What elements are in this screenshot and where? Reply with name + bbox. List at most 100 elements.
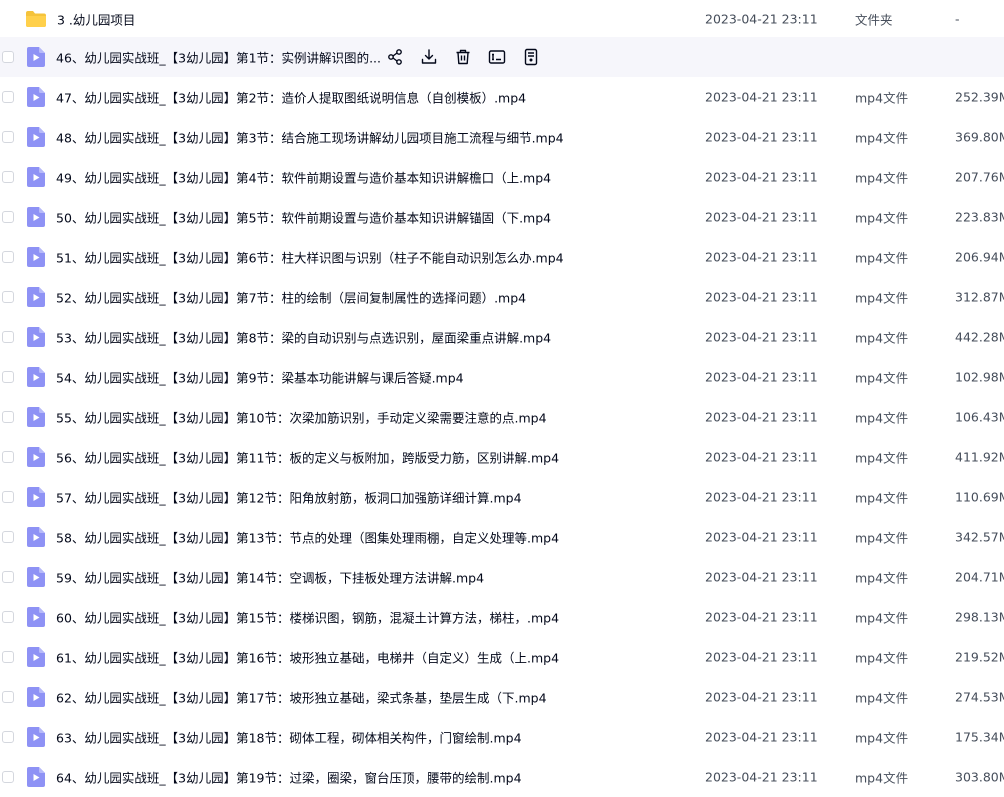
file-row[interactable]: 51、幼儿园实战班_【3幼儿园】第6节：柱大样识图与识别（柱子不能自动识别怎么办… <box>0 237 1004 277</box>
video-file-icon <box>27 727 45 747</box>
file-row[interactable]: 54、幼儿园实战班_【3幼儿园】第9节：梁基本功能讲解与课后答疑.mp4 202… <box>0 357 1004 397</box>
folder-type: 文件夹 <box>855 12 893 27</box>
folder-size: - <box>955 11 960 26</box>
file-name[interactable]: 53、幼儿园实战班_【3幼儿园】第8节：梁的自动识别与点选识别，屋面梁重点讲解.… <box>56 328 551 347</box>
file-size: 369.80M <box>955 129 1004 145</box>
video-file-icon <box>27 527 45 547</box>
file-type: mp4文件 <box>855 330 909 346</box>
file-name[interactable]: 46、幼儿园实战班_【3幼儿园】第1节：实例讲解识图的... <box>56 48 381 67</box>
row-checkbox[interactable] <box>2 211 14 223</box>
row-checkbox[interactable] <box>2 531 14 543</box>
file-name[interactable]: 52、幼儿园实战班_【3幼儿园】第7节：柱的绘制（层间复制属性的选择问题）.mp… <box>56 288 526 307</box>
file-date: 2023-04-21 23:11 <box>705 609 818 625</box>
file-row[interactable]: 55、幼儿园实战班_【3幼儿园】第10节：次梁加筋识别，手动定义梁需要注意的点.… <box>0 397 1004 437</box>
row-checkbox[interactable] <box>2 331 14 343</box>
file-name[interactable]: 61、幼儿园实战班_【3幼儿园】第16节：坡形独立基础，电梯井（自定义）生成（上… <box>56 648 559 667</box>
file-name[interactable]: 58、幼儿园实战班_【3幼儿园】第13节：节点的处理（图集处理雨棚，自定义处理等… <box>56 528 559 547</box>
file-type: mp4文件 <box>855 730 909 746</box>
file-name[interactable]: 57、幼儿园实战班_【3幼儿园】第12节：阳角放射筋，板洞口加强筋详细计算.mp… <box>56 488 522 507</box>
file-size: 175.34M <box>955 729 1004 745</box>
row-checkbox[interactable] <box>2 411 14 423</box>
row-checkbox[interactable] <box>2 51 14 63</box>
row-checkbox[interactable] <box>2 691 14 703</box>
file-name[interactable]: 51、幼儿园实战班_【3幼儿园】第6节：柱大样识图与识别（柱子不能自动识别怎么办… <box>56 248 564 267</box>
row-checkbox[interactable] <box>2 131 14 143</box>
row-checkbox[interactable] <box>2 171 14 183</box>
file-name[interactable]: 48、幼儿园实战班_【3幼儿园】第3节：结合施工现场讲解幼儿园项目施工流程与细节… <box>56 128 564 147</box>
file-date: 2023-04-21 23:11 <box>705 209 818 225</box>
file-size: 223.83M <box>955 209 1004 225</box>
file-row[interactable]: 63、幼儿园实战班_【3幼儿园】第18节：砌体工程，砌体相关构件，门窗绘制.mp… <box>0 717 1004 757</box>
file-size: 442.28M <box>955 329 1004 345</box>
file-name[interactable]: 64、幼儿园实战班_【3幼儿园】第19节：过梁，圈梁，窗台压顶，腰带的绘制.mp… <box>56 768 522 787</box>
file-row[interactable]: 62、幼儿园实战班_【3幼儿园】第17节：坡形独立基础，梁式条基，垫层生成（下.… <box>0 677 1004 717</box>
file-row[interactable]: 56、幼儿园实战班_【3幼儿园】第11节：板的定义与板附加，跨版受力筋，区别讲解… <box>0 437 1004 477</box>
file-name[interactable]: 59、幼儿园实战班_【3幼儿园】第14节：空调板，下挂板处理方法讲解.mp4 <box>56 568 484 587</box>
download-icon[interactable] <box>420 48 438 66</box>
row-checkbox[interactable] <box>2 771 14 783</box>
video-file-icon <box>27 687 45 707</box>
file-row[interactable]: 64、幼儿园实战班_【3幼儿园】第19节：过梁，圈梁，窗台压顶，腰带的绘制.mp… <box>0 757 1004 797</box>
row-checkbox[interactable] <box>2 371 14 383</box>
row-checkbox[interactable] <box>2 651 14 663</box>
file-date: 2023-04-21 23:11 <box>705 289 818 305</box>
video-file-icon <box>27 127 45 147</box>
row-checkbox[interactable] <box>2 571 14 583</box>
row-checkbox[interactable] <box>2 451 14 463</box>
file-row[interactable]: 46、幼儿园实战班_【3幼儿园】第1节：实例讲解识图的... <box>0 37 1004 77</box>
folder-row[interactable]: 3 .幼儿园项目 2023-04-21 23:11 文件夹 - <box>0 0 1004 37</box>
video-file-icon <box>27 647 45 667</box>
file-date: 2023-04-21 23:11 <box>705 169 818 185</box>
row-checkbox[interactable] <box>2 251 14 263</box>
file-date: 2023-04-21 23:11 <box>705 329 818 345</box>
file-date: 2023-04-21 23:11 <box>705 449 818 465</box>
file-row[interactable]: 49、幼儿园实战班_【3幼儿园】第4节：软件前期设置与造价基本知识讲解檐口（上.… <box>0 157 1004 197</box>
row-checkbox[interactable] <box>2 731 14 743</box>
file-size: 411.92M <box>955 449 1004 465</box>
file-row[interactable]: 59、幼儿园实战班_【3幼儿园】第14节：空调板，下挂板处理方法讲解.mp4 2… <box>0 557 1004 597</box>
file-date: 2023-04-21 23:11 <box>705 569 818 585</box>
row-checkbox[interactable] <box>2 91 14 103</box>
file-row[interactable]: 47、幼儿园实战班_【3幼儿园】第2节：造价人提取图纸说明信息（自创模板）.mp… <box>0 77 1004 117</box>
file-name[interactable]: 50、幼儿园实战班_【3幼儿园】第5节：软件前期设置与造价基本知识讲解锚固（下.… <box>56 208 551 227</box>
delete-icon[interactable] <box>454 48 472 66</box>
folder-date: 2023-04-21 23:11 <box>705 11 818 26</box>
file-date: 2023-04-21 23:11 <box>705 729 818 745</box>
video-file-icon <box>27 207 45 227</box>
file-row[interactable]: 53、幼儿园实战班_【3幼儿园】第8节：梁的自动识别与点选识别，屋面梁重点讲解.… <box>0 317 1004 357</box>
file-name[interactable]: 60、幼儿园实战班_【3幼儿园】第15节：楼梯识图，钢筋，混凝土计算方法，梯柱，… <box>56 608 559 627</box>
file-row[interactable]: 48、幼儿园实战班_【3幼儿园】第3节：结合施工现场讲解幼儿园项目施工流程与细节… <box>0 117 1004 157</box>
rename-icon[interactable] <box>488 48 506 66</box>
file-name[interactable]: 47、幼儿园实战班_【3幼儿园】第2节：造价人提取图纸说明信息（自创模板）.mp… <box>56 88 526 107</box>
file-date: 2023-04-21 23:11 <box>705 689 818 705</box>
video-file-icon <box>27 327 45 347</box>
file-size: 206.94M <box>955 249 1004 265</box>
file-row[interactable]: 58、幼儿园实战班_【3幼儿园】第13节：节点的处理（图集处理雨棚，自定义处理等… <box>0 517 1004 557</box>
row-checkbox[interactable] <box>2 291 14 303</box>
file-name[interactable]: 49、幼儿园实战班_【3幼儿园】第4节：软件前期设置与造价基本知识讲解檐口（上.… <box>56 168 551 187</box>
file-row[interactable]: 50、幼儿园实战班_【3幼儿园】第5节：软件前期设置与造价基本知识讲解锚固（下.… <box>0 197 1004 237</box>
file-size: 204.71M <box>955 569 1004 585</box>
file-name[interactable]: 55、幼儿园实战班_【3幼儿园】第10节：次梁加筋识别，手动定义梁需要注意的点.… <box>56 408 547 427</box>
file-size: 252.39M <box>955 89 1004 105</box>
row-checkbox[interactable] <box>2 491 14 503</box>
folder-icon <box>26 10 46 27</box>
video-file-icon <box>27 167 45 187</box>
file-name[interactable]: 56、幼儿园实战班_【3幼儿园】第11节：板的定义与板附加，跨版受力筋，区别讲解… <box>56 448 559 467</box>
file-name[interactable]: 63、幼儿园实战班_【3幼儿园】第18节：砌体工程，砌体相关构件，门窗绘制.mp… <box>56 728 522 747</box>
file-row[interactable]: 60、幼儿园实战班_【3幼儿园】第15节：楼梯识图，钢筋，混凝土计算方法，梯柱，… <box>0 597 1004 637</box>
file-name[interactable]: 54、幼儿园实战班_【3幼儿园】第9节：梁基本功能讲解与课后答疑.mp4 <box>56 368 464 387</box>
file-type: mp4文件 <box>855 570 909 586</box>
file-row[interactable]: 61、幼儿园实战班_【3幼儿园】第16节：坡形独立基础，电梯井（自定义）生成（上… <box>0 637 1004 677</box>
file-date: 2023-04-21 23:11 <box>705 529 818 545</box>
row-checkbox[interactable] <box>2 611 14 623</box>
more-icon[interactable] <box>522 48 540 66</box>
video-file-icon <box>27 247 45 267</box>
folder-name[interactable]: 3 .幼儿园项目 <box>57 9 135 28</box>
share-icon[interactable] <box>386 48 404 66</box>
file-name[interactable]: 62、幼儿园实战班_【3幼儿园】第17节：坡形独立基础，梁式条基，垫层生成（下.… <box>56 688 547 707</box>
file-type: mp4文件 <box>855 210 909 226</box>
file-row[interactable]: 57、幼儿园实战班_【3幼儿园】第12节：阳角放射筋，板洞口加强筋详细计算.mp… <box>0 477 1004 517</box>
video-file-icon <box>27 407 45 427</box>
file-row[interactable]: 52、幼儿园实战班_【3幼儿园】第7节：柱的绘制（层间复制属性的选择问题）.mp… <box>0 277 1004 317</box>
